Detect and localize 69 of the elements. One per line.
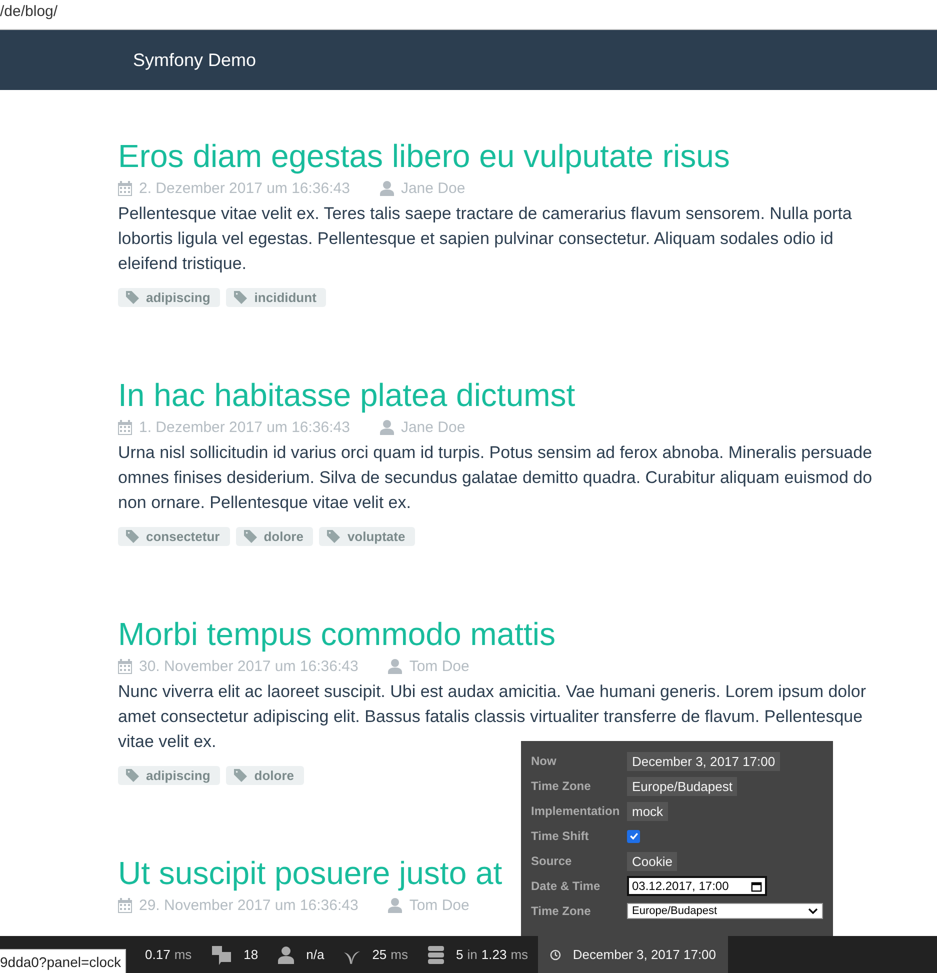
post-date: 30. November 2017 um 16:36:43 bbox=[139, 658, 358, 675]
panel-label: Time Zone bbox=[531, 779, 592, 793]
user-icon bbox=[380, 181, 394, 196]
tag-icon bbox=[327, 530, 340, 543]
panel-label: Time Zone bbox=[531, 904, 592, 918]
calendar-icon bbox=[751, 880, 762, 892]
post-summary-line: omnes finises desiderium. Silva de secundus galatae demitto quadra. Curabitur aliquam euismod do bbox=[118, 468, 872, 487]
calendar-icon bbox=[118, 659, 132, 674]
caret-icon bbox=[808, 908, 818, 914]
panel-value: December 3, 2017 17:00 bbox=[627, 752, 780, 770]
post-summary-line: vitae velit ex. bbox=[118, 732, 216, 751]
status-link-tooltip: 9dda0?panel=clock bbox=[0, 949, 126, 973]
tag-label[interactable]: adipiscing bbox=[118, 766, 220, 785]
post-title-link[interactable]: Eros diam egestas libero eu vulputate risus bbox=[118, 138, 730, 174]
calendar-icon bbox=[118, 420, 132, 435]
toolbar-translation-item[interactable]: 18 bbox=[202, 936, 268, 973]
toolbar-database-item[interactable]: 5 in 1.23 ms bbox=[418, 936, 538, 973]
toolbar-user-item[interactable]: n/a bbox=[268, 936, 334, 973]
post-date: 2. Dezember 2017 um 16:36:43 bbox=[139, 180, 350, 197]
post-summary-line: lobortis ligula vel egestas. Pellentesque et sapien pulvinar consectetur. Aliquam sodales odio id bbox=[118, 229, 834, 248]
tag-icon bbox=[234, 769, 248, 782]
post-author: Jane Doe bbox=[400, 419, 466, 436]
tag-icon bbox=[126, 530, 139, 543]
server-icon bbox=[428, 946, 444, 964]
datetime-field[interactable]: 03.12.2017, 17:00 bbox=[627, 876, 767, 896]
user-icon bbox=[388, 898, 402, 913]
panel-label: Date & Time bbox=[531, 879, 602, 893]
post-title-link[interactable]: In hac habitasse platea dictumst bbox=[118, 377, 576, 413]
panel-label: Now bbox=[531, 754, 558, 768]
toolbar-partial-item[interactable]: 0.17 ms bbox=[135, 936, 202, 973]
post-summary-line: Urna nisl sollicitudin id varius orci quam id turpis. Potus sensim ad ferox abnoba. Mineralis persuade bbox=[118, 443, 872, 462]
timezone-select[interactable]: Europe/Budapest bbox=[627, 903, 823, 919]
tag-label[interactable]: dolore bbox=[226, 766, 304, 785]
panel-value: Europe/Budapest bbox=[627, 776, 738, 796]
post-author: Tom Doe bbox=[409, 897, 470, 914]
tag-icon bbox=[126, 769, 139, 782]
tag-label[interactable]: dolore bbox=[236, 527, 314, 546]
tag-label[interactable]: consectetur bbox=[118, 527, 230, 546]
time-shift-checkbox[interactable] bbox=[627, 830, 640, 842]
tag-icon bbox=[244, 530, 257, 543]
panel-value: mock bbox=[627, 802, 668, 820]
tag-label[interactable]: adipiscing bbox=[118, 288, 220, 307]
panel-label: Source bbox=[531, 854, 573, 868]
tag-label[interactable]: voluptate bbox=[319, 527, 416, 546]
post-date: 1. Dezember 2017 um 16:36:43 bbox=[139, 419, 350, 436]
post-title-link[interactable]: Ut suscipit posuere justo at bbox=[118, 855, 502, 891]
calendar-icon bbox=[118, 898, 132, 913]
panel-label: Implementation bbox=[531, 804, 621, 818]
post-summary-line: eleifend tristique. bbox=[118, 254, 247, 273]
post-date: 29. November 2017 um 16:36:43 bbox=[139, 897, 358, 914]
user-icon bbox=[278, 946, 294, 964]
toolbar-clock-item[interactable]: December 3, 2017 17:00 bbox=[538, 936, 728, 973]
post-summary-line: amet consectetur adipiscing elit. Bassus fatalis classis virtualiter transferre de flavum. Pellentesque bbox=[118, 707, 863, 726]
panel-value: Cookie bbox=[627, 852, 678, 870]
post-author: Jane Doe bbox=[400, 180, 466, 197]
post-summary-line: non ornare. Pellentesque vitae velit ex. bbox=[118, 493, 411, 512]
tag-icon bbox=[126, 291, 139, 304]
toolbar-twig-item[interactable]: 25 ms bbox=[334, 936, 418, 973]
post-title-link[interactable]: Morbi tempus commodo mattis bbox=[118, 616, 556, 652]
post-summary-line: Pellentesque vitae velit ex. Teres talis saepe tractare de camerarius flavum sensorem. Nulla porta bbox=[118, 204, 852, 223]
user-icon bbox=[380, 420, 394, 435]
panel-label: Time Shift bbox=[531, 829, 590, 843]
tag-label[interactable]: incididunt bbox=[226, 288, 326, 307]
brand-link[interactable]: Symfony Demo bbox=[133, 50, 256, 70]
post-author: Tom Doe bbox=[409, 658, 470, 675]
calendar-icon bbox=[118, 181, 132, 196]
post-summary-line: Nunc viverra elit ac laoreet suscipit. Ubi est audax amicitia. Vae humani generis. Lorem ipsum dolor bbox=[118, 682, 866, 701]
user-icon bbox=[388, 659, 402, 674]
tag-icon bbox=[234, 291, 248, 304]
